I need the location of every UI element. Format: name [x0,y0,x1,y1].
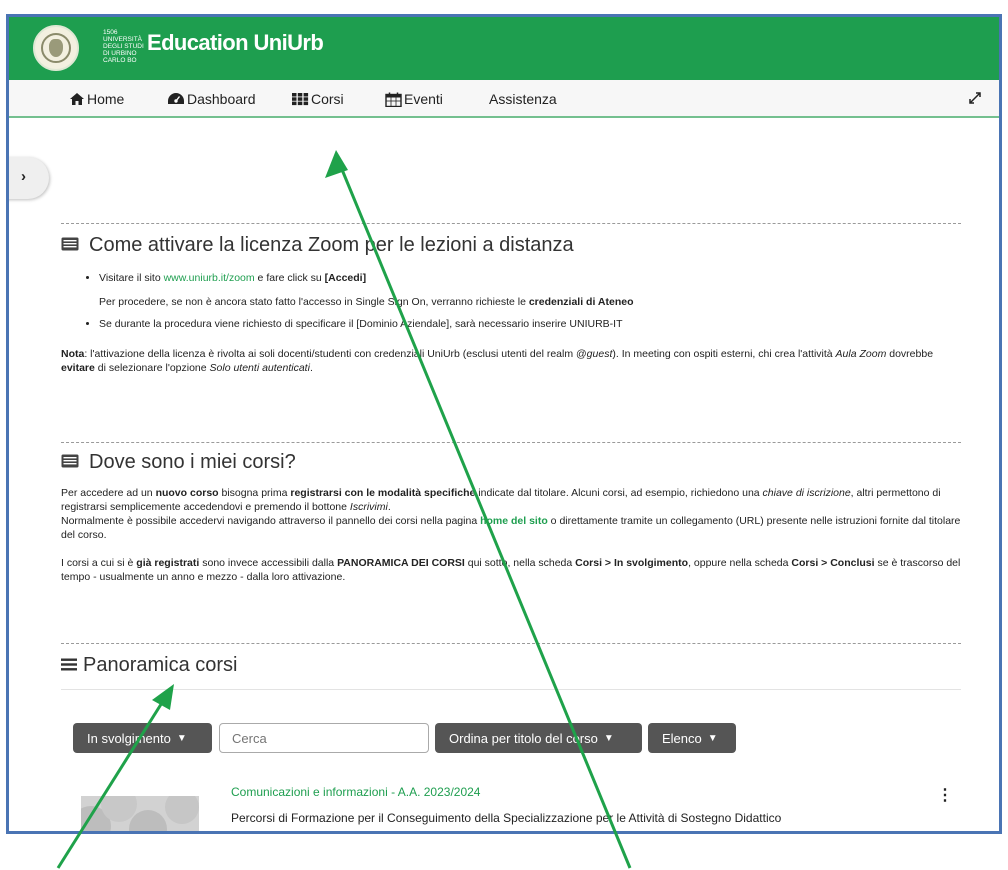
nav-item-corsi[interactable]: Corsi [291,91,344,107]
site-title[interactable]: Education UniUrb [147,30,324,56]
course-thumbnail[interactable] [81,796,199,831]
nav-item-home[interactable]: Home [69,91,124,107]
university-line: CARLO BO [103,57,137,64]
list-box-icon [61,234,79,257]
university-year: 1506 [103,29,118,36]
university-name: 1506 UNIVERSITÀ DEGLI STUDI DI URBINO CA… [103,29,144,64]
chevron-right-icon: › [21,168,26,185]
site-header: 1506 UNIVERSITÀ DEGLI STUDI DI URBINO CA… [9,17,999,80]
nav-label-home: Home [87,91,125,107]
overview-controls: In svolgimento▼ Ordina per titolo del co… [73,723,773,755]
courses-info-title: Dove sono i miei corsi? [89,451,296,473]
nav-label-dashboard: Dashboard [187,91,256,107]
chevron-down-icon: ▼ [707,732,718,744]
filter-dropdown-button[interactable]: In svolgimento ▼ [73,723,212,753]
home-site-link[interactable]: home del sito [480,515,548,527]
nav-bar: Home Dashboard Corsi Eventi Assistenza [9,80,999,118]
zoom-section: Come attivare la licenza Zoom per le lez… [61,223,961,375]
course-overview-section: Panoramica corsi [61,643,961,690]
view-dropdown-button[interactable]: Elenco ▼ [648,723,736,753]
zoom-link[interactable]: www.uniurb.it/zoom [164,272,255,284]
nav-item-assistenza[interactable]: Assistenza [489,91,557,107]
nav-item-dashboard[interactable]: Dashboard [167,91,256,107]
bars-icon [61,654,77,677]
course-overview-heading: Panoramica corsi [61,654,961,677]
nav-label-corsi: Corsi [311,91,344,107]
browser-frame: 1506 UNIVERSITÀ DEGLI STUDI DI URBINO CA… [6,14,1002,834]
university-line: DI URBINO [103,50,137,57]
chevron-down-icon: ▼ [603,732,614,744]
courses-info-heading: Dove sono i miei corsi? [61,451,961,474]
sort-dropdown-button[interactable]: Ordina per titolo del corso ▼ [435,723,642,753]
list-item: Se durante la procedura viene richiesto … [99,317,961,331]
course-category-link[interactable]: Comunicazioni e informazioni - A.A. 2023… [231,785,480,799]
grid-icon [292,93,309,106]
university-line: UNIVERSITÀ [103,36,143,43]
zoom-section-heading: Come attivare la licenza Zoom per le lez… [61,234,961,257]
note-paragraph: Nota: l'attivazione della licenza è rivo… [61,348,934,374]
nav-label-assistenza: Assistenza [489,91,557,107]
nav-label-eventi: Eventi [404,91,443,107]
chevron-down-icon: ▼ [176,732,187,744]
course-search-input[interactable] [219,723,429,753]
tachometer-icon [168,93,184,104]
instruction-text: Per procedere, se non è ancora stato fat… [99,296,634,308]
expand-icon[interactable] [967,90,983,111]
university-line: DEGLI STUDI [103,43,144,50]
course-actions-menu-icon[interactable]: ⋮ [937,785,953,805]
courses-info-paragraph: Per accedere ad un nuovo corso bisogna p… [61,487,961,541]
course-overview-title: Panoramica corsi [83,654,238,676]
course-name-link[interactable]: Percorsi di Formazione per il Conseguime… [231,811,781,825]
university-logo[interactable] [33,25,79,71]
nav-item-eventi[interactable]: Eventi [385,91,443,107]
courses-info-paragraph: I corsi a cui si è già registrati sono i… [61,557,961,583]
zoom-section-title: Come attivare la licenza Zoom per le lez… [89,234,574,256]
courses-info-section: Dove sono i miei corsi? Per accedere ad … [61,442,961,584]
drawer-toggle-button[interactable]: › [9,157,49,199]
list-item: Visitare il sito www.uniurb.it/zoom e fa… [99,271,961,285]
calendar-icon [385,92,402,107]
home-icon [70,93,84,105]
list-box-icon [61,451,79,474]
